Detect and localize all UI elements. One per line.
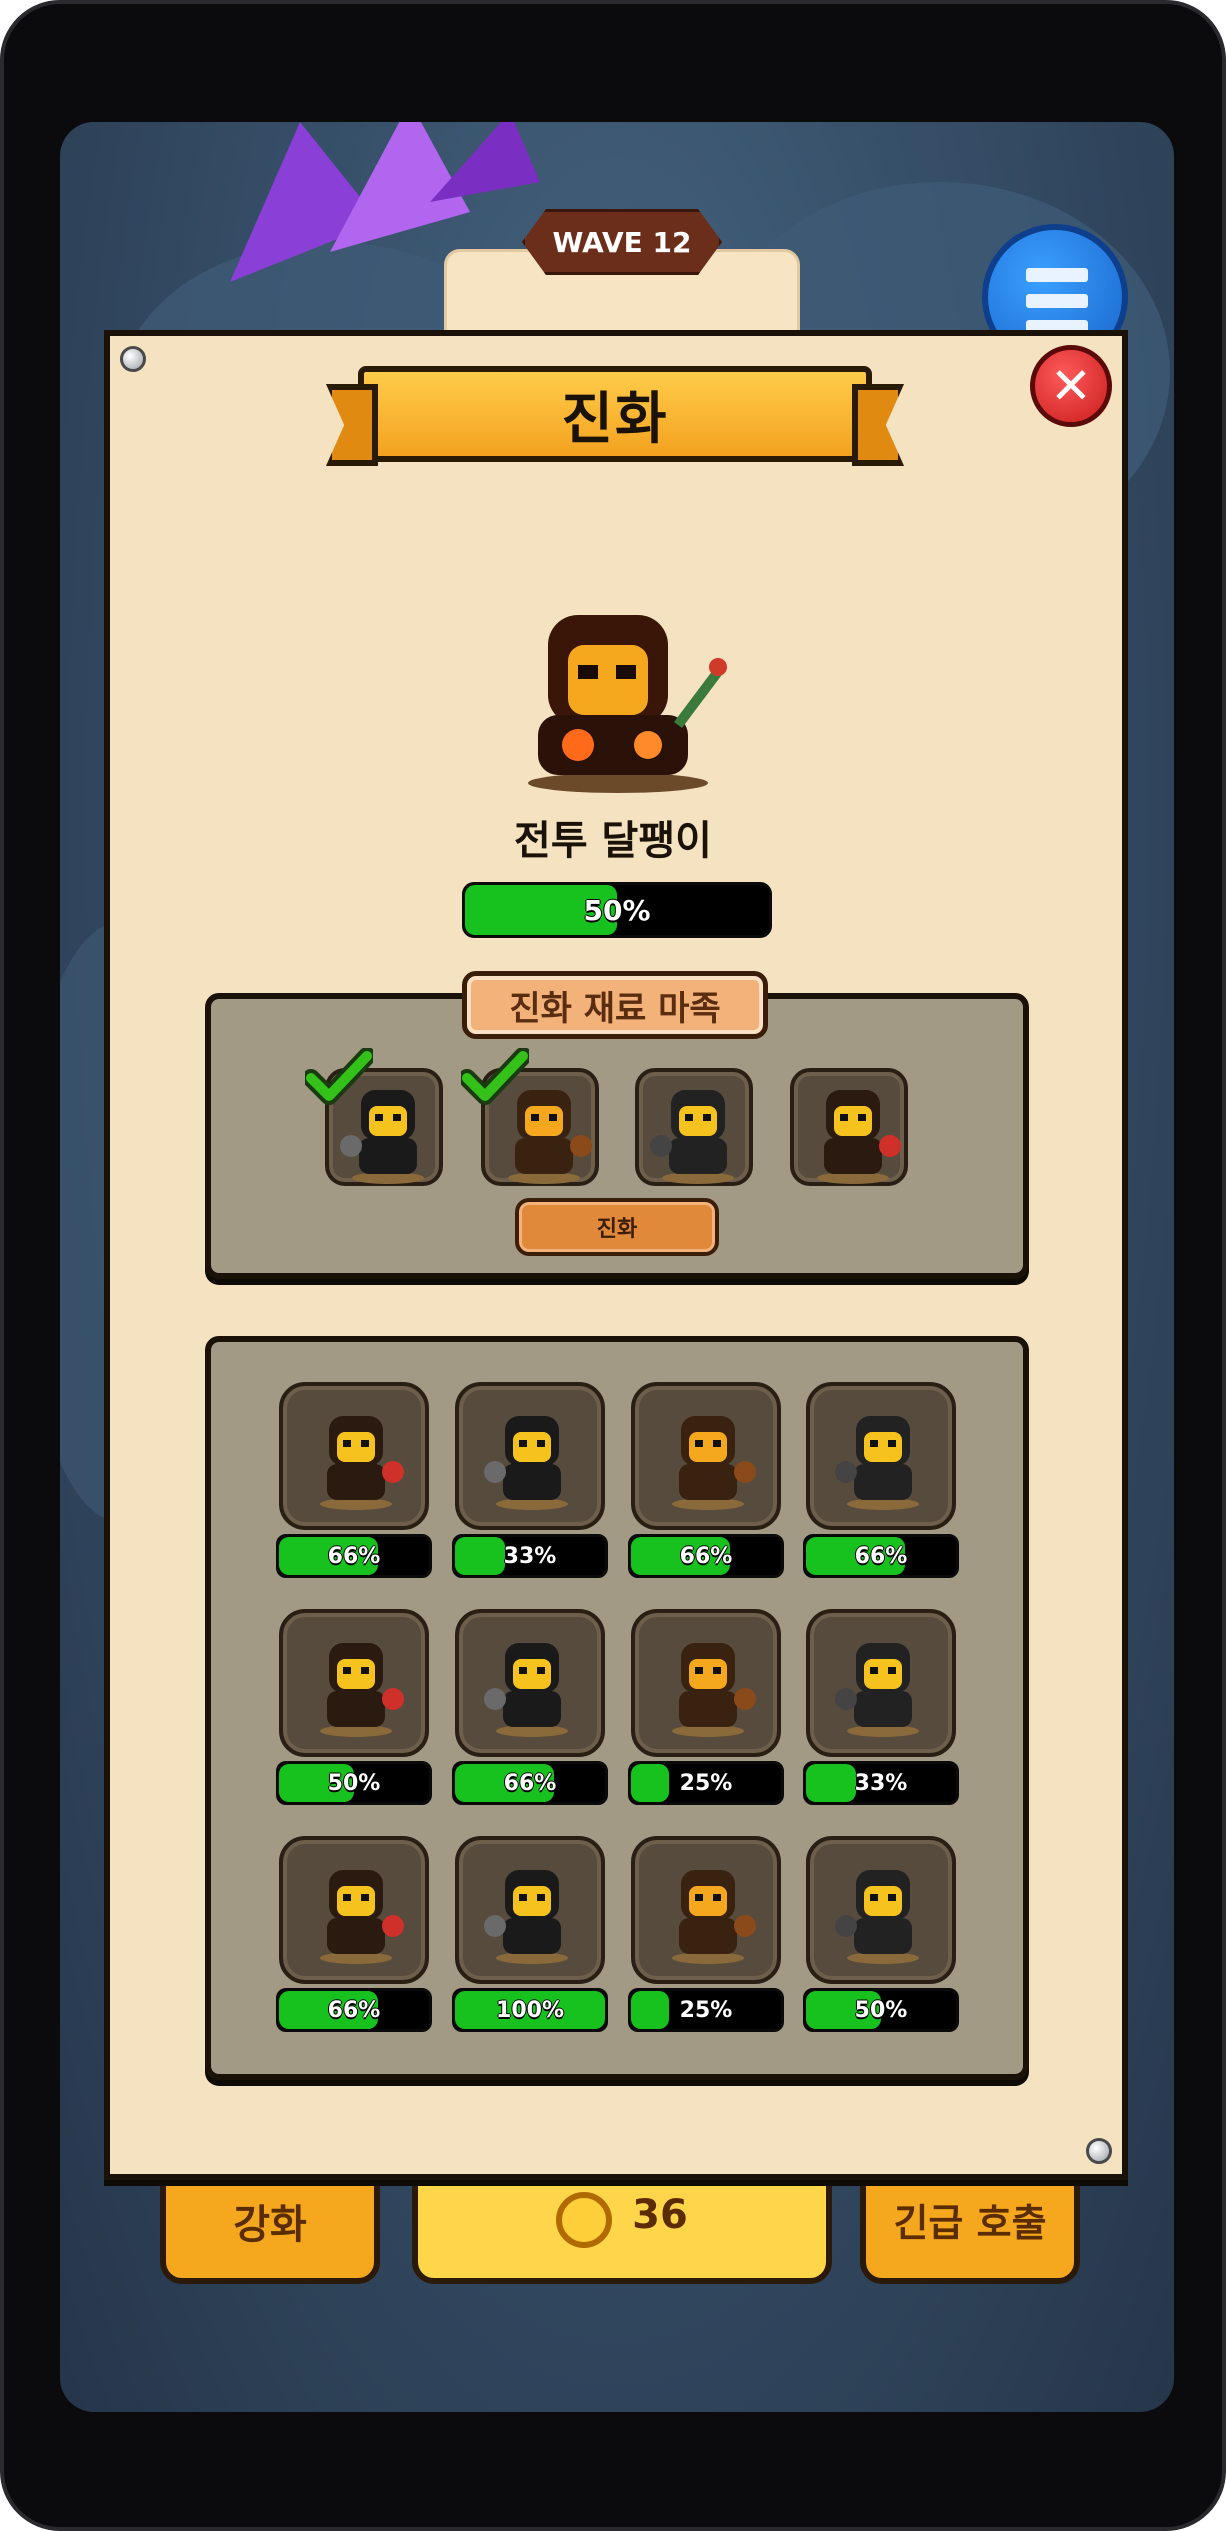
- unit-card: [631, 1382, 781, 1530]
- unit-progress-bar: 66%: [628, 1534, 784, 1578]
- unit-cell[interactable]: 50%: [803, 1836, 963, 2046]
- progress-label: 100%: [496, 1997, 564, 2023]
- rivet: [1086, 2138, 1112, 2164]
- unit-progress-bar: 50%: [276, 1761, 432, 1805]
- unit-card: [279, 1382, 429, 1530]
- unit-cell[interactable]: 25%: [628, 1609, 788, 1819]
- unit-card: [455, 1609, 605, 1757]
- rivet: [120, 346, 146, 372]
- unit-cell[interactable]: 66%: [628, 1382, 788, 1592]
- unit-progress-bar: 100%: [452, 1988, 608, 2032]
- unit-progress-bar: 66%: [276, 1534, 432, 1578]
- unit-cell[interactable]: 33%: [452, 1382, 612, 1592]
- unit-cell[interactable]: 66%: [803, 1382, 963, 1592]
- progress-label: 66%: [679, 1543, 733, 1569]
- evolve-button[interactable]: 진화: [515, 1198, 719, 1256]
- progress-label: 66%: [327, 1997, 381, 2023]
- coin-icon: [556, 2192, 613, 2248]
- unit-card: [806, 1609, 956, 1757]
- upgrade-button[interactable]: 강화: [160, 2164, 380, 2284]
- unit-cell[interactable]: 50%: [276, 1609, 436, 1819]
- unit-cell[interactable]: 33%: [803, 1609, 963, 1819]
- material-slot-3[interactable]: [635, 1068, 753, 1186]
- progress-label: 33%: [503, 1543, 557, 1569]
- emergency-call-button[interactable]: 긴급 호출: [860, 2164, 1080, 2284]
- unit-cell[interactable]: 66%: [276, 1836, 436, 2046]
- unit-progress-bar: 66%: [452, 1761, 608, 1805]
- progress-label: 50%: [583, 893, 651, 927]
- unit-progress-bar: 25%: [628, 1761, 784, 1805]
- unit-card: [631, 1609, 781, 1757]
- panel-title: 진화: [358, 366, 872, 462]
- progress-label: 33%: [854, 1770, 908, 1796]
- hero-name: 전투 달팽이: [514, 818, 712, 864]
- summon-cost: 36: [632, 2192, 688, 2238]
- unit-card: [806, 1836, 956, 1984]
- unit-card: [631, 1836, 781, 1984]
- progress-label: 25%: [679, 1997, 733, 2023]
- unit-progress-bar: 66%: [276, 1988, 432, 2032]
- progress-label: 25%: [679, 1770, 733, 1796]
- materials-label: 진화 재료 마족: [462, 971, 768, 1039]
- unit-progress-bar: 50%: [803, 1988, 959, 2032]
- summon-button[interactable]: 36: [412, 2164, 832, 2284]
- hero-progress-bar: 50%: [462, 882, 772, 938]
- progress-label: 50%: [327, 1770, 381, 1796]
- progress-label: 50%: [854, 1997, 908, 2023]
- unit-cell[interactable]: 25%: [628, 1836, 788, 2046]
- unit-progress-bar: 25%: [628, 1988, 784, 2032]
- fire-snail-hero-icon: [528, 615, 727, 793]
- progress-label: 66%: [327, 1543, 381, 1569]
- unit-card: [279, 1836, 429, 1984]
- progress-label: 66%: [503, 1770, 557, 1796]
- unit-progress-bar: 33%: [452, 1534, 608, 1578]
- unit-card: [279, 1609, 429, 1757]
- unit-cell[interactable]: 100%: [452, 1836, 612, 2046]
- wave-badge: WAVE 12: [522, 209, 722, 275]
- unit-card: [455, 1836, 605, 1984]
- checkmark-icon: [305, 1048, 373, 1106]
- close-icon[interactable]: ✕: [1030, 345, 1112, 427]
- unit-progress-bar: 33%: [803, 1761, 959, 1805]
- menu-icon: [1026, 294, 1088, 308]
- menu-icon: [1026, 268, 1088, 282]
- progress-label: 66%: [854, 1543, 908, 1569]
- material-slot-4[interactable]: [790, 1068, 908, 1186]
- checkmark-icon: [461, 1048, 529, 1106]
- unit-cell[interactable]: 66%: [452, 1609, 612, 1819]
- unit-cell[interactable]: 66%: [276, 1382, 436, 1592]
- unit-card: [806, 1382, 956, 1530]
- unit-progress-bar: 66%: [803, 1534, 959, 1578]
- unit-card: [455, 1382, 605, 1530]
